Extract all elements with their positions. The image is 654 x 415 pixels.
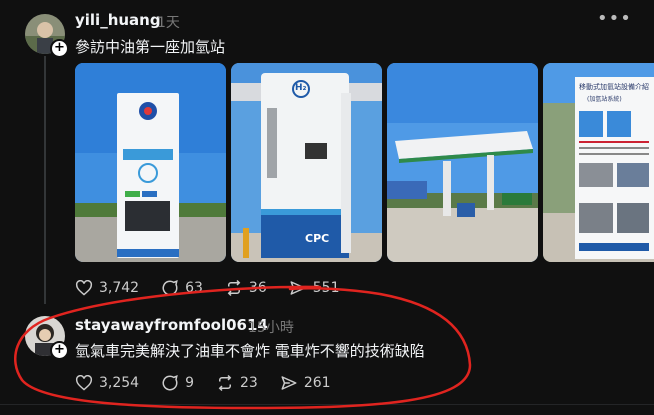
- share-icon: [281, 376, 297, 390]
- reply-avatar[interactable]: +: [25, 316, 69, 360]
- share-button[interactable]: 551: [289, 279, 340, 297]
- board-subtitle: (加氫站系統): [587, 96, 622, 103]
- bottom-divider: [0, 404, 654, 405]
- post-time[interactable]: 1天: [157, 12, 180, 32]
- reply-share-button[interactable]: 261: [280, 374, 331, 392]
- board-title: 移動式加氫站設備介紹: [579, 83, 649, 91]
- comment-count: 63: [185, 280, 203, 296]
- heart-icon: [75, 375, 93, 391]
- post-username[interactable]: yili_huang: [75, 11, 161, 29]
- follow-plus-icon[interactable]: +: [50, 39, 69, 58]
- more-icon[interactable]: •••: [597, 8, 632, 29]
- share-count: 551: [312, 280, 340, 296]
- heart-icon: [75, 280, 93, 296]
- reply-share-count: 261: [303, 375, 331, 391]
- reply-follow-plus-icon[interactable]: +: [50, 341, 69, 360]
- reply-comment-button[interactable]: 9: [161, 374, 194, 392]
- comment-icon: [162, 280, 178, 296]
- post-avatar[interactable]: +: [25, 14, 69, 58]
- like-count: 3,742: [99, 280, 140, 296]
- comment-button[interactable]: 63: [161, 279, 203, 297]
- reply-like-button[interactable]: 3,254: [75, 375, 139, 391]
- post-photo-1[interactable]: [75, 63, 226, 262]
- like-button[interactable]: 3,742: [75, 280, 139, 296]
- comment-icon: [162, 375, 178, 391]
- reply-like-count: 3,254: [99, 375, 140, 391]
- repost-count: 36: [248, 280, 267, 296]
- reply-comment-count: 9: [185, 375, 195, 391]
- post-photo-3[interactable]: [387, 63, 538, 262]
- reply-repost-button[interactable]: 23: [216, 374, 258, 392]
- pump-brand-label: CPC: [305, 232, 330, 245]
- post-photo-4[interactable]: 移動式加氫站設備介紹 (加氫站系統): [543, 63, 654, 262]
- repost-icon: [227, 279, 241, 297]
- reply-text: 氫氣車完美解決了油車不會炸 電車炸不響的技術缺陷: [75, 342, 425, 360]
- h2-label: H₂: [295, 83, 307, 93]
- post-text: 參訪中油第一座加氫站: [75, 38, 226, 56]
- reply-username[interactable]: stayawayfromfool0614: [75, 316, 268, 334]
- reply-actions: 3,254 9 23 261: [75, 374, 353, 392]
- reply-time[interactable]: 15小時: [248, 317, 294, 337]
- repost-icon: [218, 374, 232, 392]
- reply-repost-count: 23: [240, 375, 258, 391]
- post-photo-2[interactable]: CPC H₂: [231, 63, 382, 262]
- post-actions: 3,742 63 36 551: [75, 279, 361, 297]
- thread-line: [44, 56, 46, 304]
- repost-button[interactable]: 36: [225, 279, 267, 297]
- share-icon: [290, 281, 306, 295]
